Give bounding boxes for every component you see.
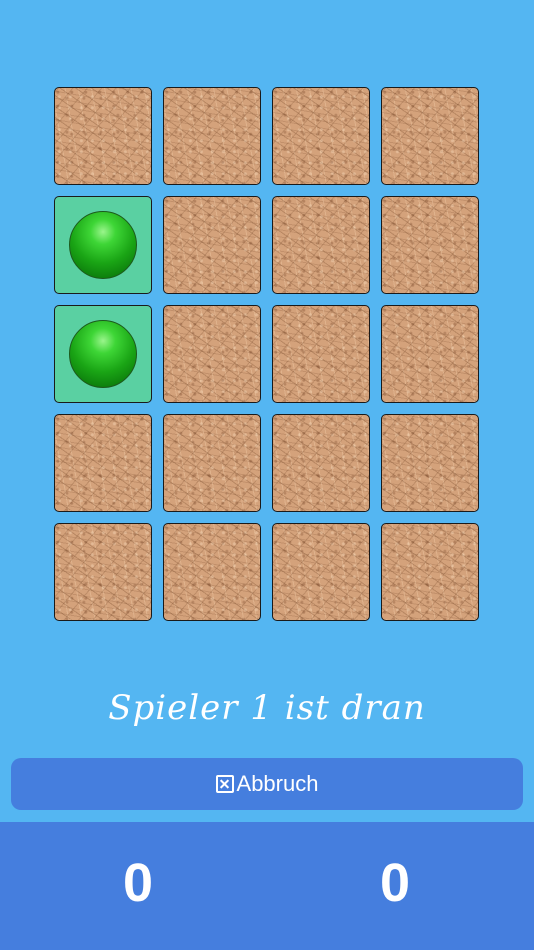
green-ball-icon <box>69 211 137 279</box>
card-hidden[interactable] <box>381 305 479 403</box>
cancel-button[interactable]: Abbruch <box>11 758 523 810</box>
player2-score: 0 <box>379 853 411 913</box>
card-hidden[interactable] <box>163 305 261 403</box>
card-hidden[interactable] <box>163 196 261 294</box>
card-hidden[interactable] <box>54 87 152 185</box>
card-hidden[interactable] <box>381 523 479 621</box>
card-hidden[interactable] <box>163 414 261 512</box>
card-hidden[interactable] <box>381 196 479 294</box>
card-revealed[interactable] <box>54 305 152 403</box>
card-hidden[interactable] <box>163 523 261 621</box>
card-hidden[interactable] <box>272 305 370 403</box>
score-bar: 0 0 <box>0 822 534 950</box>
card-hidden[interactable] <box>272 523 370 621</box>
card-board <box>54 87 481 623</box>
cancel-button-label: Abbruch <box>236 771 319 796</box>
player1-score: 0 <box>122 853 154 913</box>
card-hidden[interactable] <box>272 196 370 294</box>
x-square-icon <box>215 775 234 793</box>
card-hidden[interactable] <box>381 414 479 512</box>
card-revealed[interactable] <box>54 196 152 294</box>
card-hidden[interactable] <box>54 414 152 512</box>
card-hidden[interactable] <box>163 87 261 185</box>
game-screen: Spieler 1 ist dran Abbruch 0 0 <box>0 0 534 950</box>
green-ball-icon <box>69 320 137 388</box>
card-hidden[interactable] <box>272 414 370 512</box>
card-hidden[interactable] <box>381 87 479 185</box>
card-hidden[interactable] <box>272 87 370 185</box>
card-hidden[interactable] <box>54 523 152 621</box>
turn-status: Spieler 1 ist dran <box>108 688 426 728</box>
